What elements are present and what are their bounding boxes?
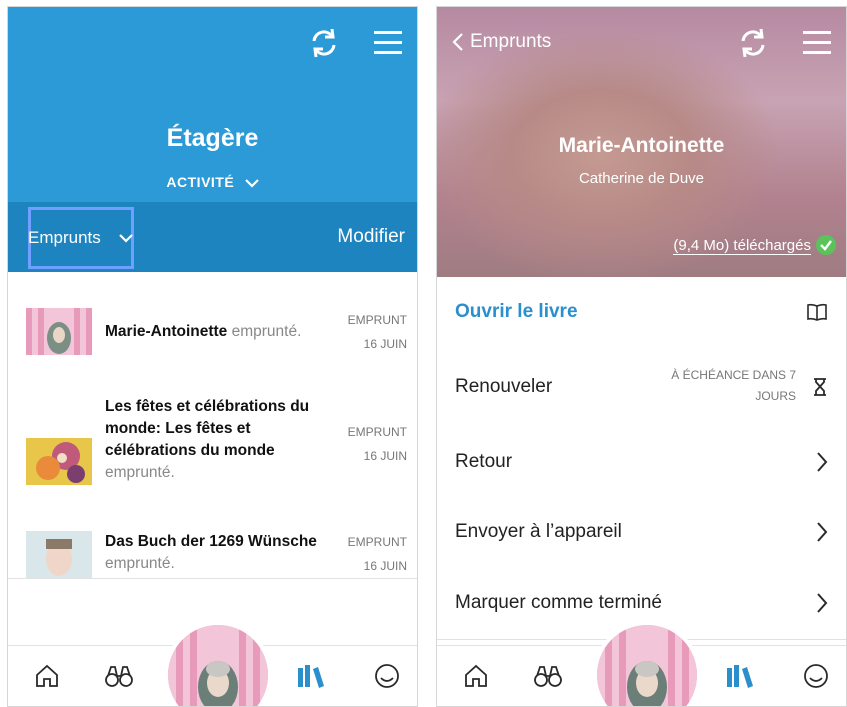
activity-dropdown[interactable]: ACTIVITÉ — [8, 174, 417, 190]
loan-meta: EMPRUNT 16 JUIN — [348, 530, 407, 578]
book-header: Emprunts Marie-Antoinette Catherine de D… — [437, 7, 846, 277]
book-cover — [26, 438, 92, 485]
shelf-icon[interactable] — [725, 662, 755, 690]
loan-meta: EMPRUNT 16 JUIN — [348, 308, 407, 356]
book-cover — [26, 531, 92, 578]
book-cover — [597, 625, 697, 706]
smiley-icon[interactable] — [802, 662, 830, 690]
home-icon[interactable] — [462, 662, 490, 690]
menu-icon[interactable] — [370, 25, 406, 61]
loan-status: EMPRUNT — [347, 535, 407, 549]
loan-meta: EMPRUNT 16 JUIN — [348, 420, 407, 468]
loan-status: EMPRUNT — [347, 425, 407, 439]
open-book-button[interactable]: Ouvrir le livre — [437, 277, 846, 348]
download-status[interactable]: (9,4 Mo) téléchargés — [673, 235, 836, 256]
check-icon — [816, 235, 836, 255]
current-book-button[interactable] — [164, 621, 272, 706]
book-icon — [807, 303, 827, 321]
book-detail-screen: Emprunts Marie-Antoinette Catherine de D… — [436, 6, 847, 707]
chevron-right-icon — [817, 452, 828, 472]
loans-filter-dropdown[interactable]: Emprunts — [28, 207, 134, 269]
book-cover — [26, 308, 92, 355]
send-to-device-label: Envoyer à l’appareil — [455, 521, 622, 542]
loan-suffix: emprunté. — [105, 555, 175, 572]
sync-icon[interactable] — [735, 25, 771, 61]
due-line-1: À ÉCHÉANCE DANS 7 — [671, 368, 796, 382]
loan-date: 16 JUIN — [363, 449, 407, 463]
chevron-right-icon — [817, 522, 828, 542]
smiley-icon[interactable] — [373, 662, 401, 690]
loans-filter-label: Emprunts — [28, 228, 101, 247]
open-book-label: Ouvrir le livre — [455, 301, 578, 322]
modify-button[interactable]: Modifier — [337, 226, 405, 248]
book-title: Marie-Antoinette — [105, 323, 228, 340]
shelf-screen: Étagère ACTIVITÉ Emprunts Modifier Marie… — [7, 6, 418, 707]
list-item[interactable]: Das Buch der 1269 Wünsche emprunté. EMPR… — [8, 489, 417, 579]
return-label: Retour — [455, 451, 513, 472]
book-cover — [168, 625, 268, 706]
back-label: Emprunts — [470, 31, 552, 52]
book-title: Das Buch der 1269 Wünsche — [105, 533, 317, 550]
list-item-text: Les fêtes et célébrations du monde: Les … — [105, 396, 330, 484]
send-to-device-button[interactable]: Envoyer à l’appareil — [437, 497, 846, 569]
loan-suffix: emprunté. — [231, 323, 302, 340]
renew-button[interactable]: Renouveler À ÉCHÉANCE DANS 7 JOURS — [437, 347, 846, 428]
binoculars-icon[interactable] — [532, 662, 564, 690]
list-item[interactable]: Marie-Antoinette emprunté. EMPRUNT 16 JU… — [8, 272, 417, 359]
chevron-down-icon — [119, 234, 133, 243]
home-icon[interactable] — [33, 662, 61, 690]
shelf-header: Étagère ACTIVITÉ Emprunts Modifier — [8, 7, 417, 272]
shelf-icon[interactable] — [296, 662, 326, 690]
menu-icon[interactable] — [799, 25, 835, 61]
mark-as-finished-label: Marquer comme terminé — [455, 592, 662, 613]
list-item[interactable]: Les fêtes et célébrations du monde: Les … — [8, 358, 417, 490]
sync-icon[interactable] — [306, 25, 342, 61]
page-title: Étagère — [166, 124, 259, 152]
book-title: Les fêtes et célébrations du monde: Les … — [105, 398, 310, 459]
due-line-2: JOURS — [755, 389, 796, 403]
book-title: Marie-Antoinette — [558, 134, 725, 157]
due-status: À ÉCHÉANCE DANS 7 JOURS — [671, 365, 796, 407]
activity-label: ACTIVITÉ — [166, 174, 235, 190]
list-item-text: Das Buch der 1269 Wünsche emprunté. — [105, 531, 330, 575]
loan-date: 16 JUIN — [363, 559, 407, 573]
loan-date: 16 JUIN — [363, 337, 407, 351]
chevron-left-icon — [452, 33, 463, 51]
book-author: Catherine de Duve — [578, 170, 705, 187]
hourglass-icon — [814, 378, 826, 396]
download-status-text: (9,4 Mo) téléchargés — [673, 236, 811, 255]
chevron-down-icon — [244, 179, 259, 188]
loan-status: EMPRUNT — [347, 313, 407, 327]
list-item-text: Marie-Antoinette emprunté. — [105, 321, 330, 343]
back-button[interactable]: Emprunts — [452, 31, 551, 53]
renew-label: Renouveler — [455, 376, 553, 397]
chevron-right-icon — [817, 593, 828, 613]
loan-suffix: emprunté. — [105, 464, 175, 481]
return-button[interactable]: Retour — [437, 427, 846, 498]
binoculars-icon[interactable] — [103, 662, 135, 690]
